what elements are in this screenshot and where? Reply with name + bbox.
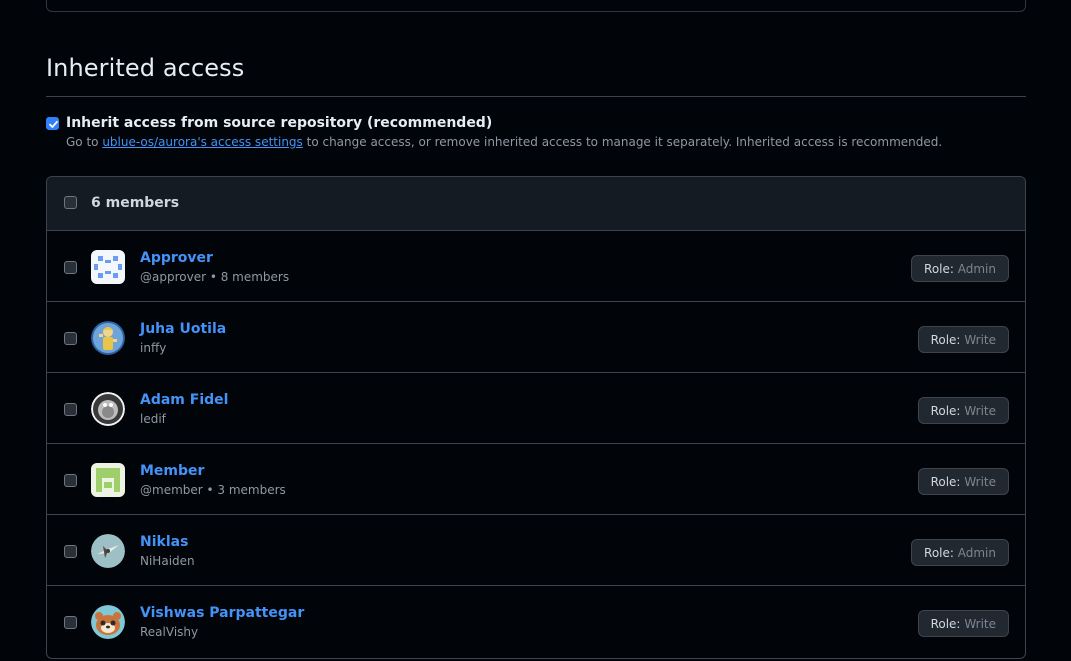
previous-section-box [46,0,1026,12]
member-checkbox[interactable] [64,616,77,629]
member-row: Niklas NiHaiden Role: Admin [47,515,1025,586]
member-handle: @member • 3 members [140,483,286,497]
approver-team-icon[interactable] [91,250,125,284]
member-name[interactable]: Juha Uotila [140,321,226,337]
role-value: Write [964,617,996,631]
page: Inherited access Inherit access from sou… [0,0,1071,661]
role-value: Write [964,475,996,489]
niklas-avatar[interactable] [91,534,125,568]
section-title: Inherited access [46,54,245,82]
member-handle: ledif [140,412,166,426]
member-name[interactable]: Vishwas Parpattegar [140,605,304,621]
member-row: Vishwas Parpattegar RealVishy Role: Writ… [47,586,1025,656]
role-button[interactable]: Role: Admin [911,539,1009,566]
role-value: Write [964,404,996,418]
section-divider [46,96,1026,97]
member-name[interactable]: Niklas [140,534,188,550]
member-checkbox[interactable] [64,545,77,558]
role-prefix: Role: [924,262,954,276]
member-handle: @approver • 8 members [140,270,290,284]
role-button[interactable]: Role: Write [917,610,1009,637]
member-checkbox[interactable] [64,474,77,487]
members-count: 6 members [91,195,180,211]
member-row: Adam Fidel ledif Role: Write [47,373,1025,444]
member-name[interactable]: Member [140,463,204,479]
members-header: 6 members [47,177,1025,231]
member-checkbox[interactable] [64,403,77,416]
role-button[interactable]: Role: Write [917,326,1009,353]
access-settings-link[interactable]: ublue-os/aurora's access settings [102,135,302,149]
inherit-access-checkbox[interactable] [46,117,59,130]
role-prefix: Role: [924,546,954,560]
role-value: Write [964,333,996,347]
member-row: Member @member • 3 members Role: Write [47,444,1025,515]
inherit-note-prefix: Go to [66,135,103,149]
member-team-icon[interactable] [91,463,125,497]
inherit-access-note: Go to ublue-os/aurora's access settings … [66,135,942,149]
role-value: Admin [957,262,996,276]
role-prefix: Role: [930,404,961,418]
member-row: Approver @approver • 8 members Role: Adm… [47,231,1025,302]
member-name[interactable]: Adam Fidel [140,392,228,408]
members-list: 6 members Approver @approver • 8 members… [46,176,1026,659]
inherit-access-label[interactable]: Inherit access from source repository (r… [66,115,492,131]
member-handle: RealVishy [140,625,199,639]
member-name[interactable]: Approver [140,250,213,266]
role-button[interactable]: Role: Admin [911,255,1009,282]
select-all-checkbox[interactable] [64,196,77,209]
member-checkbox[interactable] [64,332,77,345]
checkmark-icon [49,120,58,128]
role-prefix: Role: [930,333,961,347]
juha-avatar[interactable] [91,321,125,355]
adam-avatar[interactable] [91,392,125,426]
inherit-note-suffix: to change access, or remove inherited ac… [302,135,943,149]
role-prefix: Role: [930,475,961,489]
member-handle: NiHaiden [140,554,195,568]
role-value: Admin [957,546,996,560]
member-handle: inffy [140,341,167,355]
member-checkbox[interactable] [64,261,77,274]
role-prefix: Role: [930,617,961,631]
member-row: Juha Uotila inffy Role: Write [47,302,1025,373]
role-button[interactable]: Role: Write [917,468,1009,495]
vishwas-avatar[interactable] [91,605,125,639]
role-button[interactable]: Role: Write [917,397,1009,424]
